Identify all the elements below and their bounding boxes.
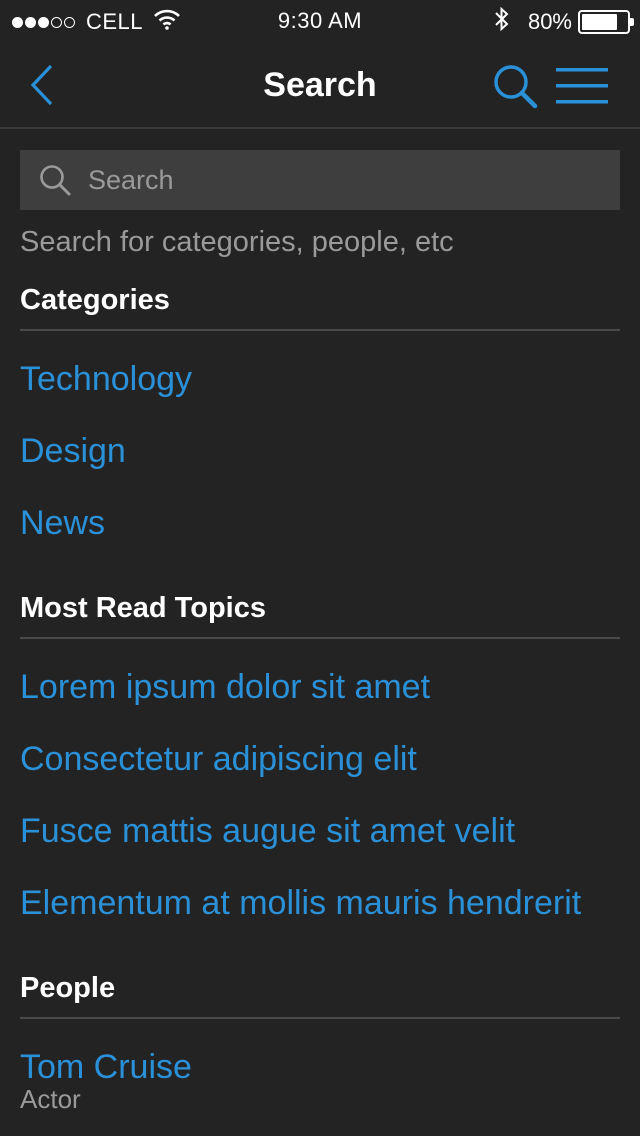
battery-percent: 80%	[527, 9, 572, 34]
battery-level-fill	[582, 14, 618, 30]
category-item-news[interactable]: News	[20, 504, 105, 543]
status-bar: CELL 9:30 AM 80%	[0, 0, 640, 40]
category-item-technology[interactable]: Technology	[20, 360, 192, 399]
search-hint: Search for categories, people, etc	[20, 226, 454, 258]
search-field-icon	[38, 163, 72, 197]
categories-heading: Categories	[20, 284, 620, 331]
bluetooth-icon	[494, 6, 510, 38]
hamburger-menu-icon	[556, 68, 608, 104]
status-right: 80%	[494, 6, 634, 38]
navigation-bar: Search	[0, 40, 640, 129]
person-name[interactable]: Tom Cruise	[20, 1048, 192, 1087]
topic-item[interactable]: Elementum at mollis mauris hendrerit	[20, 884, 581, 923]
person-role: Actor	[20, 1084, 81, 1114]
search-field[interactable]	[20, 150, 620, 210]
topic-item[interactable]: Consectetur adipiscing elit	[20, 740, 417, 779]
search-icon	[494, 65, 538, 109]
search-input[interactable]	[88, 164, 588, 196]
topic-item[interactable]: Fusce mattis augue sit amet velit	[20, 812, 515, 851]
category-item-design[interactable]: Design	[20, 432, 126, 471]
search-button[interactable]	[490, 62, 540, 110]
page-title: Search	[263, 66, 377, 104]
search-screen: CELL 9:30 AM 80% Search Search Search fo…	[0, 0, 640, 1136]
people-heading: People	[20, 972, 620, 1019]
menu-button[interactable]	[554, 66, 610, 106]
battery-icon	[578, 10, 634, 34]
most-read-heading: Most Read Topics	[20, 592, 620, 639]
topic-item[interactable]: Lorem ipsum dolor sit amet	[20, 668, 430, 707]
